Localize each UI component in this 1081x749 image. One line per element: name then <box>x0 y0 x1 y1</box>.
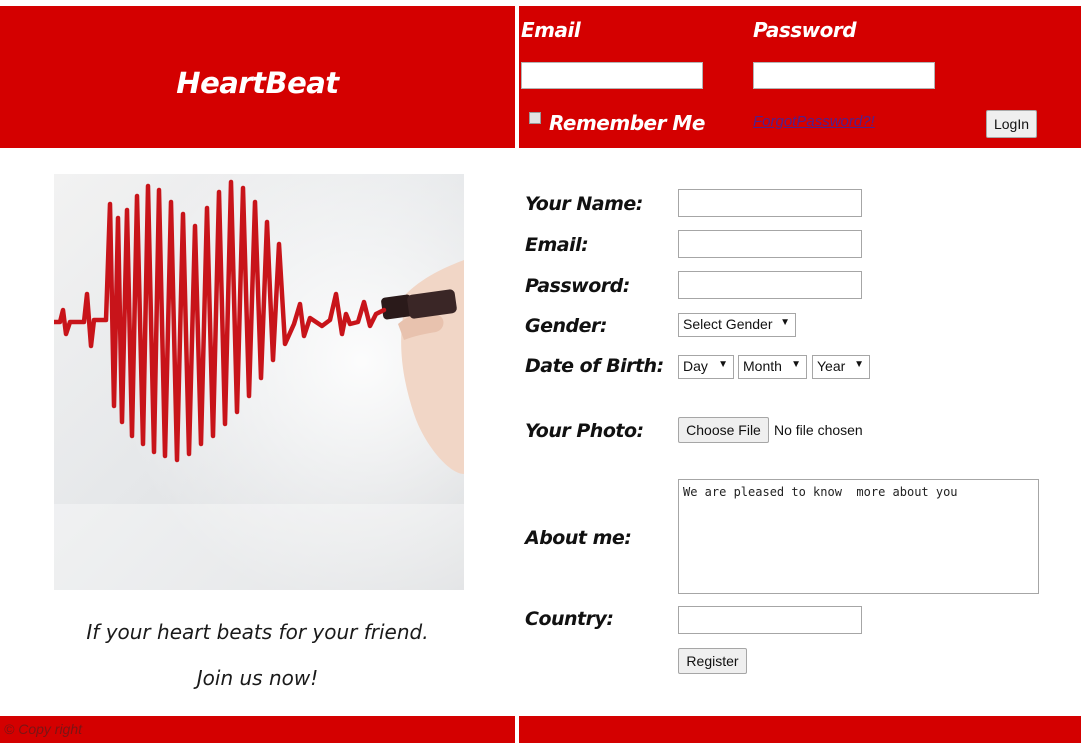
password-label: Password: <box>525 275 630 297</box>
logo: HeartBeat <box>176 66 339 100</box>
photo-label: Your Photo: <box>525 420 644 442</box>
remember-me-checkbox[interactable] <box>529 112 541 124</box>
country-label: Country: <box>525 608 614 630</box>
remember-me-label: Remember Me <box>549 111 705 135</box>
dropdown-arrow-icon: ▼ <box>780 317 790 328</box>
login-button[interactable]: LogIn <box>986 110 1037 138</box>
heartbeat-illustration <box>54 174 464 590</box>
file-status-text: No file chosen <box>774 422 863 438</box>
tagline-cta: Join us now! <box>196 666 319 690</box>
day-select[interactable]: Day ▼ <box>678 355 734 379</box>
choose-file-button[interactable]: Choose File <box>678 417 769 443</box>
country-field[interactable] <box>678 606 862 634</box>
name-label: Your Name: <box>525 193 643 215</box>
login-password-label: Password <box>753 18 857 42</box>
heartbeat-image <box>54 174 464 590</box>
tagline-primary: If your heart beats for your friend. <box>86 620 429 644</box>
copyright-text: © Copy right <box>4 721 83 737</box>
name-field[interactable] <box>678 189 862 217</box>
month-select[interactable]: Month ▼ <box>738 355 807 379</box>
gender-select-value: Select Gender <box>683 316 773 332</box>
gender-label: Gender: <box>525 315 607 337</box>
dropdown-arrow-icon: ▼ <box>791 359 801 370</box>
login-email-label: Email <box>521 18 581 42</box>
forgot-password-link[interactable]: ForgotPassword?! <box>753 113 875 130</box>
about-label: About me: <box>525 527 632 549</box>
register-button[interactable]: Register <box>678 648 747 674</box>
dropdown-arrow-icon: ▼ <box>854 359 864 370</box>
footer-left-bar: © Copy right <box>0 716 515 743</box>
password-field[interactable] <box>678 271 862 299</box>
month-select-value: Month <box>743 358 782 374</box>
dob-label: Date of Birth: <box>525 355 664 377</box>
day-select-value: Day <box>683 358 708 374</box>
about-me-textarea[interactable]: We are pleased to know more about you <box>678 479 1039 594</box>
header-brand-bar: HeartBeat <box>0 6 515 148</box>
login-email-input[interactable] <box>521 62 703 89</box>
login-password-input[interactable] <box>753 62 935 89</box>
dropdown-arrow-icon: ▼ <box>718 359 728 370</box>
email-field[interactable] <box>678 230 862 258</box>
year-select-value: Year <box>817 358 846 374</box>
email-label: Email: <box>525 234 589 256</box>
footer-right-bar <box>519 716 1081 743</box>
gender-select[interactable]: Select Gender ▼ <box>678 313 796 337</box>
year-select[interactable]: Year ▼ <box>812 355 870 379</box>
